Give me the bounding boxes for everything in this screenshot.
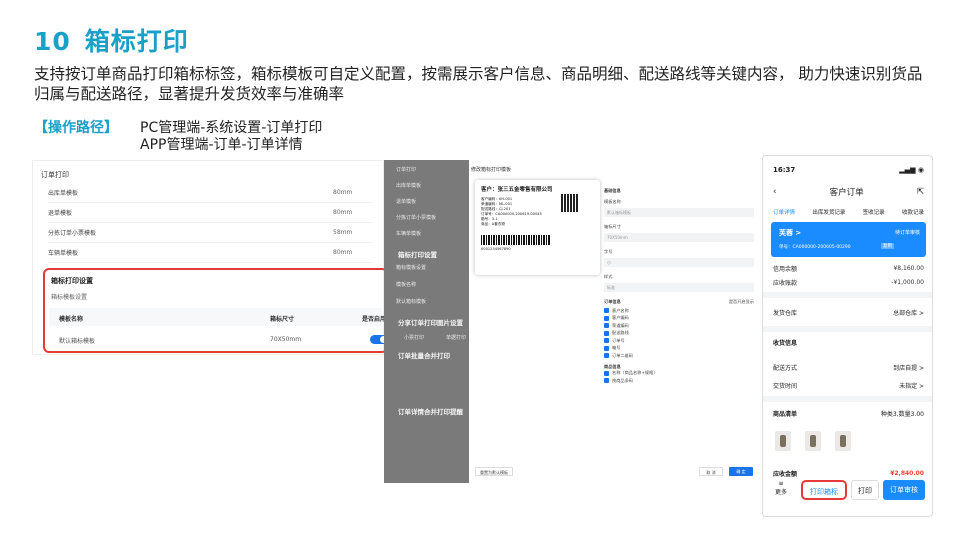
checkbox[interactable]: 配送路线 (604, 330, 754, 338)
checkbox[interactable]: 客户名称 (604, 307, 754, 315)
checkbox[interactable]: 按商品条码 (604, 377, 754, 385)
cancel-button[interactable]: 取 消 (699, 467, 723, 476)
product-thumb[interactable] (805, 431, 821, 451)
template-name-link[interactable]: 默认箱标模板 (59, 336, 95, 345)
product-thumb[interactable] (835, 431, 851, 451)
reset-button[interactable]: 重置为默认模板 (475, 467, 513, 476)
tab-shipping[interactable]: 出库发货记录 (812, 208, 845, 216)
label-preview: 客户：张三五金零售有限公司 客户编码：KH-001 荣道编码：ML-001 配送… (475, 180, 600, 275)
barcode-icon (481, 235, 551, 245)
font-select[interactable]: 小 (604, 258, 754, 267)
checkbox[interactable]: 订单二维码 (604, 352, 754, 360)
template-editor-panel: 订单打印 出库单模板 退单模板 分拣订单小票模板 车辆单模板 箱标打印设置 箱标… (384, 160, 761, 483)
dialog-title: 修改箱标打印模板 (471, 167, 512, 173)
template-form: 基础信息 模板名称 默认箱标模板 箱标尺寸 70X50mm 字号 小 样式 标准… (604, 188, 754, 385)
box-settings-subtitle: 箱标模板设置 (51, 294, 88, 301)
warehouse-row[interactable]: 发货仓库 总部仓库 > (773, 308, 924, 317)
print-box-label-button[interactable]: 打印箱标 (801, 480, 847, 500)
goods-list-row[interactable]: 商品清单 种类3,数量3.00 (773, 409, 924, 418)
checkbox[interactable]: 订单号 (604, 337, 754, 345)
print-button[interactable]: 打印 (851, 480, 879, 500)
description: 支持按订单商品打印箱标标签，箱标模板可自定义配置，按需展示客户信息、商品明细、配… (34, 65, 923, 103)
panel-title: 订单打印 (41, 171, 69, 179)
size-select[interactable]: 70X50mm (604, 233, 754, 242)
copy-button[interactable]: 复制 (881, 243, 894, 249)
customer-card[interactable]: 芙蓉 > 待订单审核 单号：CA000000-200605-00290 复制 (771, 222, 926, 257)
status-bar: 16:37 ▂▄▆ ◉ (773, 166, 924, 174)
template-size: 70X50mm (270, 336, 302, 343)
share-icon[interactable]: ⇱ (917, 187, 924, 197)
template-name-input[interactable]: 默认箱标模板 (604, 208, 754, 217)
tab-sign[interactable]: 签收记录 (863, 208, 885, 216)
path-tag: 【操作路径】 (34, 120, 118, 136)
style-select[interactable]: 标准 (604, 283, 754, 292)
page-title: 10 箱标打印 (34, 27, 189, 56)
pc-print-settings-panel: 订单打印 出库单模板 80mm 退单模板 80mm 分拣订单小票模板 58mm 车辆单… (32, 160, 388, 355)
template-row[interactable]: 分拣订单小票模板 58mm (48, 223, 373, 243)
template-row[interactable]: 出库单模板 80mm (48, 183, 373, 203)
order-review-button[interactable]: 订单审核 (883, 480, 925, 500)
checkbox[interactable]: 箱号 (604, 345, 754, 353)
more-button[interactable]: ≡ 更多 (775, 480, 787, 496)
box-label-settings-highlight: 箱标打印设置 箱标模板设置 模板名称 箱标尺寸 是否启用 默认箱标模板 70X5… (43, 268, 388, 353)
editor-dialog: 修改箱标打印模板 客户：张三五金零售有限公司 客户编码：KH-001 荣道编码：… (469, 160, 761, 483)
time-row[interactable]: 交货时间 未指定 > (773, 381, 924, 390)
product-thumb[interactable] (775, 431, 791, 451)
checkbox[interactable]: 客户编码 (604, 315, 754, 323)
checkbox[interactable]: 荣道编码 (604, 322, 754, 330)
col-header-name: 模板名称 (59, 316, 84, 323)
checkbox[interactable]: 名称（商品名称+规格） (604, 370, 754, 378)
editor-sidebar: 订单打印 出库单模板 退单模板 分拣订单小票模板 车辆单模板 箱标打印设置 箱标… (384, 160, 469, 483)
col-header-size: 箱标尺寸 (270, 316, 295, 323)
box-settings-title: 箱标打印设置 (51, 277, 93, 285)
app-title: 客户订单 (829, 188, 864, 198)
template-row[interactable]: 车辆单模板 80mm (48, 243, 373, 263)
tab-detail[interactable]: 订单详情 (773, 208, 795, 216)
app-order-detail: 16:37 ▂▄▆ ◉ ‹ 客户订单 ⇱ 订单详情 出库发货记录 签收记录 收款记录 … (762, 155, 933, 517)
template-row[interactable]: 退单模板 80mm (48, 203, 373, 223)
path-line-2: APP管理端-订单-订单详情 (140, 137, 303, 153)
qr-code-icon (561, 194, 579, 212)
tab-payment[interactable]: 收款记录 (902, 208, 924, 216)
nav-bar: ‹ 客户订单 ⇱ (773, 186, 924, 198)
back-icon[interactable]: ‹ (773, 187, 776, 197)
tab-bar: 订单详情 出库发货记录 签收记录 收款记录 (773, 208, 924, 216)
shipping-row[interactable]: 配送方式 到店自提 > (773, 363, 924, 372)
col-header-enable: 是否启用 (362, 316, 387, 323)
confirm-button[interactable]: 确 定 (729, 467, 753, 476)
